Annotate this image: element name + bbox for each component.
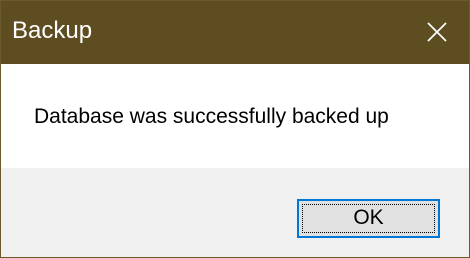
ok-button[interactable]: OK	[297, 199, 440, 238]
message-text: Database was successfully backed up	[34, 105, 389, 128]
button-bar: OK	[1, 168, 469, 257]
title-bar[interactable]: Backup	[1, 1, 469, 64]
window-title: Backup	[12, 17, 93, 44]
ok-button-label: OK	[353, 206, 384, 229]
close-icon	[427, 22, 447, 42]
close-button[interactable]	[407, 1, 469, 64]
message-area: Database was successfully backed up	[1, 64, 469, 168]
backup-dialog: Backup Database was successfully backed …	[0, 0, 470, 258]
